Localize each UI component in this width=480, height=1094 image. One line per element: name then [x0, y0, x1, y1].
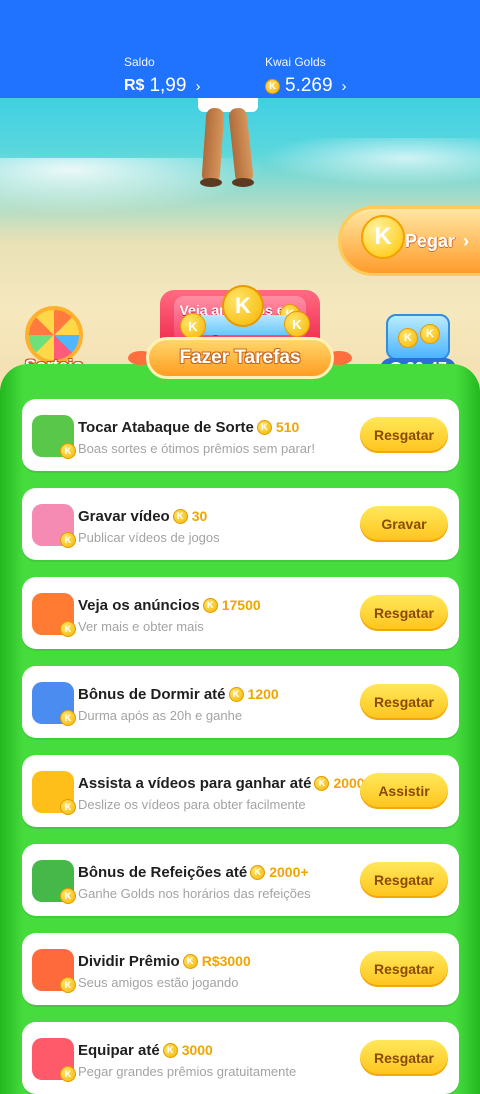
gold-coin-icon: K: [250, 864, 266, 880]
gold-coin-icon: K: [182, 953, 198, 969]
task-subtitle: Boas sortes e ótimos prêmios sem parar!: [78, 441, 315, 456]
coin-tray-illustration: K K K: [180, 285, 310, 345]
pegar-button[interactable]: K Pegar ›: [338, 206, 480, 276]
task-title: Gravar vídeo: [78, 507, 170, 525]
tasks-banner: K K K Fazer Tarefas: [0, 285, 480, 385]
task-action-button[interactable]: Resgatar: [360, 951, 448, 987]
task-action-button[interactable]: Resgatar: [360, 595, 448, 631]
chevron-right-icon: ›: [341, 77, 347, 95]
saldo-value: 1,99: [149, 75, 187, 96]
gold-coin-icon: K: [60, 621, 76, 637]
gold-coin-icon: K: [361, 215, 405, 259]
task-reward: 510: [275, 419, 300, 435]
task-card: K Tocar Atabaque de Sorte K 510 Boas sortes …: [22, 399, 459, 471]
task-card: K Gravar vídeo K 30 Publicar vídeos de jogos…: [22, 488, 459, 560]
task-card: K Equipar até K 3000 Pegar grandes prêmios g…: [22, 1022, 459, 1094]
chevron-right-icon: ›: [195, 77, 201, 95]
task-card: K Dividir Prêmio K R$3000 Seus amigos estão …: [22, 933, 459, 1005]
task-title: Veja os anúncios: [78, 596, 200, 614]
task-card: K Assista a vídeos para ganhar até K 2000 De…: [22, 755, 459, 827]
gold-coin-icon: K: [60, 710, 76, 726]
task-subtitle: Pegar grandes prêmios gratuitamente: [78, 1064, 297, 1079]
task-action-button[interactable]: Assistir: [360, 773, 448, 809]
saldo-currency: R$: [124, 77, 145, 94]
tv-icon: K: [32, 593, 76, 637]
gold-coin-icon: K: [265, 78, 280, 94]
saldo-caption: Saldo: [124, 55, 155, 69]
task-reward: 1200: [247, 686, 279, 702]
task-title: Bônus de Dormir até: [78, 685, 226, 703]
top-header: Saldo R$ 1,99 › Kwai Golds K 5.269 ›: [0, 0, 480, 98]
task-action-button[interactable]: Resgatar: [360, 417, 448, 453]
pegar-label: Pegar: [405, 230, 456, 251]
gold-coin-icon: K: [60, 532, 76, 548]
task-title: Assista a vídeos para ganhar até: [78, 774, 312, 792]
task-reward: R$3000: [201, 953, 251, 969]
task-reward: 30: [191, 508, 208, 524]
task-action-button[interactable]: Gravar: [360, 506, 448, 542]
task-subtitle: Ganhe Golds nos horários das refeições: [78, 886, 311, 901]
gold-coin-icon: K: [162, 1042, 178, 1058]
task-reward: 17500: [221, 597, 261, 613]
gold-coin-icon: K: [314, 775, 330, 791]
gold-coin-icon: K: [60, 1066, 76, 1082]
task-action-button[interactable]: Resgatar: [360, 862, 448, 898]
task-title: Dividir Prêmio: [78, 952, 180, 970]
chevron-right-icon: ›: [463, 230, 470, 251]
video-camera-icon: K: [32, 771, 76, 815]
gold-coin-icon: K: [222, 285, 264, 327]
calendar-icon: K: [32, 860, 76, 904]
wave-decoration: [250, 138, 480, 188]
moon-icon: K: [32, 682, 76, 726]
gold-coin-icon: K: [60, 888, 76, 904]
drum-icon: K: [32, 415, 76, 459]
task-title: Tocar Atabaque de Sorte: [78, 418, 254, 436]
task-subtitle: Seus amigos estão jogando: [78, 975, 239, 990]
task-card: K Bônus de Refeições até K 2000+ Ganhe Golds…: [22, 844, 459, 916]
task-title: Bônus de Refeições até: [78, 863, 248, 881]
task-reward: 2000+: [269, 864, 309, 880]
gold-coin-icon: K: [172, 508, 188, 524]
gold-coin-icon: K: [60, 799, 76, 815]
tasks-title: Fazer Tarefas: [179, 347, 301, 368]
task-card: K Bônus de Dormir até K 1200 Durma após as 2…: [22, 666, 459, 738]
golds-caption: Kwai Golds: [265, 55, 326, 69]
gold-coin-icon: K: [202, 597, 218, 613]
task-subtitle: Publicar vídeos de jogos: [78, 530, 220, 545]
gift-icon: K: [32, 949, 76, 993]
task-action-button[interactable]: Resgatar: [360, 1040, 448, 1076]
gold-coin-icon: K: [60, 977, 76, 993]
saldo-balance[interactable]: Saldo R$ 1,99 ›: [124, 55, 200, 97]
gold-coin-icon: K: [256, 419, 272, 435]
task-subtitle: Ver mais e obter mais: [78, 619, 204, 634]
character-legs-illustration: [198, 98, 258, 188]
task-action-button[interactable]: Resgatar: [360, 684, 448, 720]
gold-coin-icon: K: [180, 313, 206, 339]
task-card: K Veja os anúncios K 17500 Ver mais e obter …: [22, 577, 459, 649]
gold-coin-icon: K: [228, 686, 244, 702]
gold-coin-icon: K: [284, 311, 310, 337]
gold-coin-icon: K: [60, 443, 76, 459]
boxing-glove-icon: K: [32, 1038, 76, 1082]
golds-balance[interactable]: Kwai Golds K 5.269 ›: [265, 55, 347, 97]
task-title: Equipar até: [78, 1041, 160, 1059]
task-subtitle: Deslize os vídeos para obter facilmente: [78, 797, 306, 812]
task-subtitle: Durma após as 20h e ganhe: [78, 708, 243, 723]
camera-icon: K: [32, 504, 76, 548]
golds-value: 5.269: [285, 75, 333, 96]
task-reward: 3000: [181, 1042, 213, 1058]
